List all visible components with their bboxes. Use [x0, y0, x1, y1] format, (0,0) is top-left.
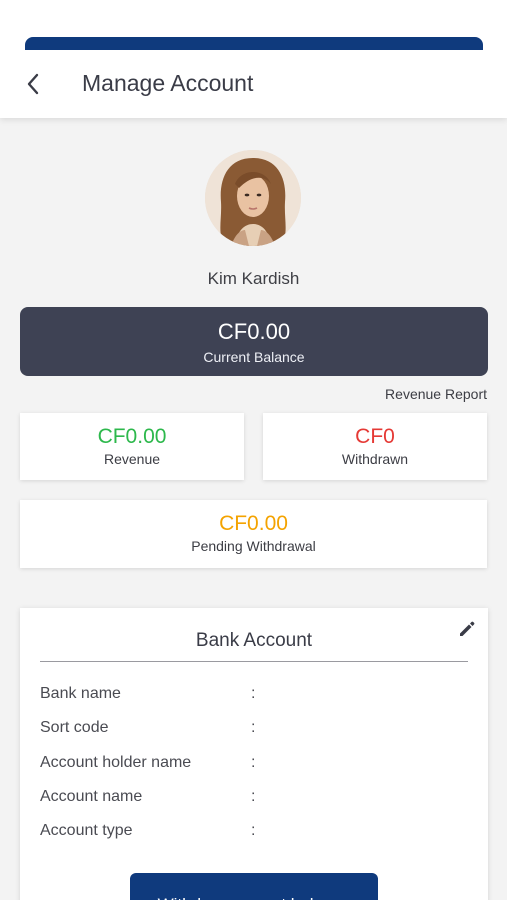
withdrawn-label: Withdrawn — [341, 451, 409, 467]
field-separator: : — [251, 788, 256, 805]
page-title: Manage Account — [82, 70, 254, 96]
withdrawn-value: CF0 — [355, 425, 395, 448]
bank-field-row: Bank name : — [40, 685, 460, 709]
withdrawn-card: CF0 Withdrawn — [263, 413, 487, 480]
withdraw-current-balance-button[interactable]: Withdraw current balance — [130, 873, 378, 900]
account-holder-name-label: Account holder name — [40, 754, 192, 771]
account-type-label: Account type — [40, 822, 133, 839]
revenue-value: CF0.00 — [97, 425, 167, 448]
field-separator: : — [251, 822, 256, 839]
pencil-icon — [460, 621, 475, 636]
field-separator: : — [251, 754, 256, 771]
field-separator: : — [251, 685, 256, 702]
revenue-label: Revenue — [103, 451, 161, 467]
field-separator: : — [251, 719, 256, 736]
edit-bank-account-button[interactable] — [456, 618, 478, 640]
chevron-left-icon — [27, 73, 39, 95]
bank-field-row: Account holder name : — [40, 754, 460, 778]
bank-field-row: Sort code : — [40, 719, 460, 743]
pending-withdrawal-card: CF0.00 Pending Withdrawal — [20, 500, 487, 568]
bank-account-divider — [40, 661, 468, 662]
back-button[interactable] — [18, 68, 48, 100]
bank-field-row: Account name : — [40, 788, 460, 812]
pending-withdrawal-value: CF0.00 — [219, 512, 288, 535]
user-name: Kim Kardish — [207, 269, 300, 288]
current-balance-card: CF0.00 Current Balance — [20, 307, 488, 376]
bank-account-title: Bank Account — [195, 630, 313, 651]
avatar — [205, 150, 301, 246]
current-balance-label: Current Balance — [203, 349, 305, 365]
app-header: Manage Account — [0, 0, 507, 118]
account-name-label: Account name — [40, 788, 143, 805]
sort-code-label: Sort code — [40, 719, 109, 736]
bank-name-label: Bank name — [40, 685, 121, 702]
revenue-report-link[interactable]: Revenue Report — [385, 386, 487, 402]
bank-field-row: Account type : — [40, 822, 460, 846]
revenue-card: CF0.00 Revenue — [20, 413, 244, 480]
header-accent-bar — [25, 37, 483, 50]
avatar-photo — [205, 150, 301, 246]
manage-account-screen: Manage Account Kim Kardish CF0.00 Curren… — [0, 0, 507, 900]
current-balance-amount: CF0.00 — [217, 319, 291, 344]
pending-withdrawal-label: Pending Withdrawal — [191, 538, 316, 554]
bank-account-card: Bank Account Bank name : Sort code : Acc… — [20, 608, 488, 900]
